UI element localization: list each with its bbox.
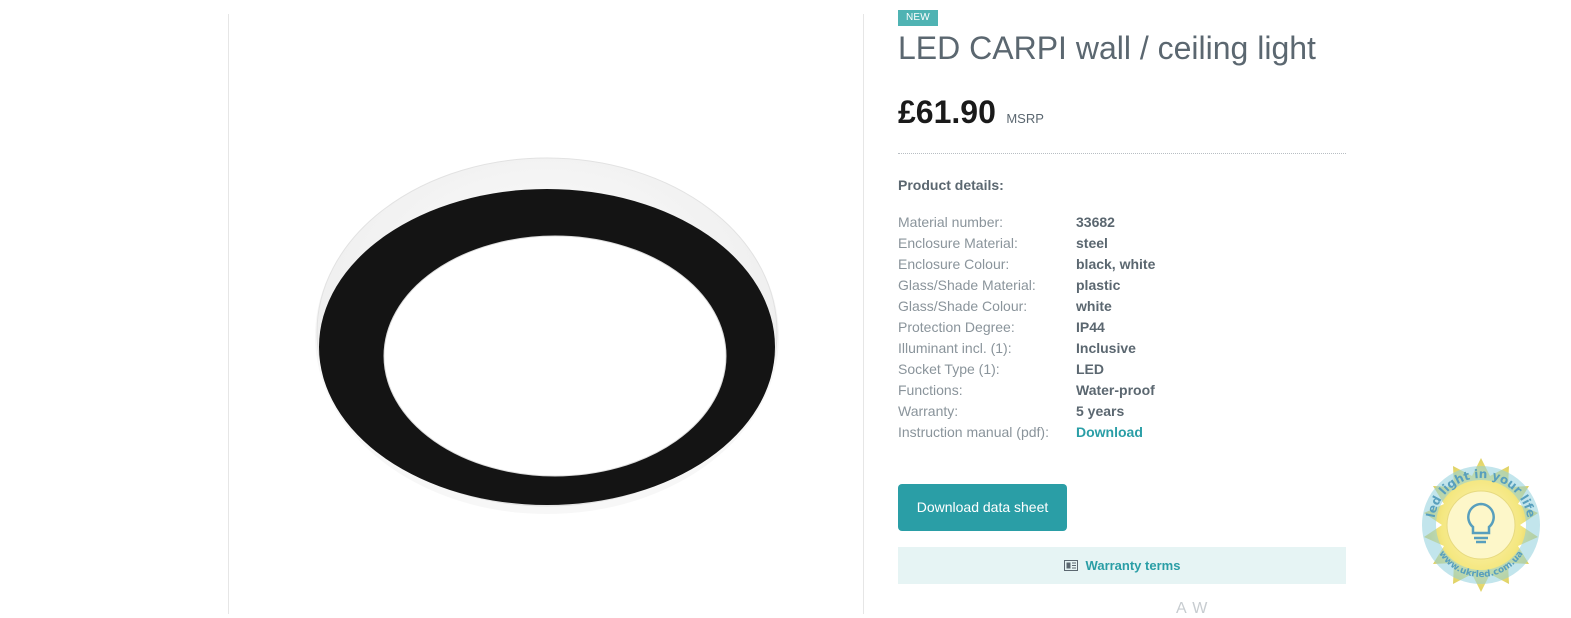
product-details-heading: Product details: xyxy=(898,177,1004,193)
spec-label: Enclosure Material: xyxy=(898,235,1018,251)
spec-row-material-number: Material number: 33682 xyxy=(898,212,1346,233)
product-title: LED CARPI wall / ceiling light xyxy=(898,30,1316,66)
spec-value: plastic xyxy=(1076,277,1121,293)
spec-label: Glass/Shade Material: xyxy=(898,277,1036,293)
spec-row-functions: Functions: Water-proof xyxy=(898,380,1346,401)
spec-value: LED xyxy=(1076,361,1104,377)
document-icon xyxy=(1063,560,1078,571)
spec-label: Instruction manual (pdf): xyxy=(898,424,1049,440)
product-image-ceiling-light xyxy=(315,157,779,514)
spec-row-instruction-manual: Instruction manual (pdf): Download xyxy=(898,422,1346,443)
spec-value: white xyxy=(1076,298,1112,314)
spec-value: Inclusive xyxy=(1076,340,1136,356)
spec-value: 5 years xyxy=(1076,403,1125,419)
spec-value: Water-proof xyxy=(1076,382,1155,398)
divider xyxy=(898,153,1346,154)
spec-row-socket-type: Socket Type (1): LED xyxy=(898,359,1346,380)
spec-label: Protection Degree: xyxy=(898,319,1015,335)
download-data-sheet-button[interactable]: Download data sheet xyxy=(898,484,1067,531)
spec-label: Socket Type (1): xyxy=(898,361,1000,377)
spec-row-enclosure-colour: Enclosure Colour: black, white xyxy=(898,254,1346,275)
warranty-terms-label: Warranty terms xyxy=(1085,558,1181,573)
spec-value: steel xyxy=(1076,235,1108,251)
spec-row-shade-colour: Glass/Shade Colour: white xyxy=(898,296,1346,317)
spec-row-shade-material: Glass/Shade Material: plastic xyxy=(898,275,1346,296)
price-row: £61.90 MSRP xyxy=(898,94,1044,131)
spec-value: black, white xyxy=(1076,256,1156,272)
spec-value: 33682 xyxy=(1076,214,1115,230)
cutoff-text: A W xyxy=(1176,600,1209,617)
spec-label: Enclosure Colour: xyxy=(898,256,1010,272)
spec-label: Glass/Shade Colour: xyxy=(898,298,1028,314)
spec-row-protection-degree: Protection Degree: IP44 xyxy=(898,317,1346,338)
price-note: MSRP xyxy=(1006,111,1044,126)
spec-row-illuminant: Illuminant incl. (1): Inclusive xyxy=(898,338,1346,359)
new-badge: NEW xyxy=(898,10,938,26)
spec-row-enclosure-material: Enclosure Material: steel xyxy=(898,233,1346,254)
instruction-manual-download-link[interactable]: Download xyxy=(1076,422,1143,443)
product-image-gallery xyxy=(228,14,864,614)
spec-table: Material number: 33682 Enclosure Materia… xyxy=(898,212,1346,443)
spec-label: Material number: xyxy=(898,214,1004,230)
price: £61.90 xyxy=(898,94,996,130)
watermark-logo: led light in your life www.ukrled.com.ua xyxy=(1422,458,1540,592)
spec-row-warranty: Warranty: 5 years xyxy=(898,401,1346,422)
warranty-terms-link[interactable]: Warranty terms xyxy=(898,547,1346,584)
spec-label: Functions: xyxy=(898,382,963,398)
spec-value: IP44 xyxy=(1076,319,1105,335)
spec-label: Warranty: xyxy=(898,403,959,419)
spec-label: Illuminant incl. (1): xyxy=(898,340,1012,356)
